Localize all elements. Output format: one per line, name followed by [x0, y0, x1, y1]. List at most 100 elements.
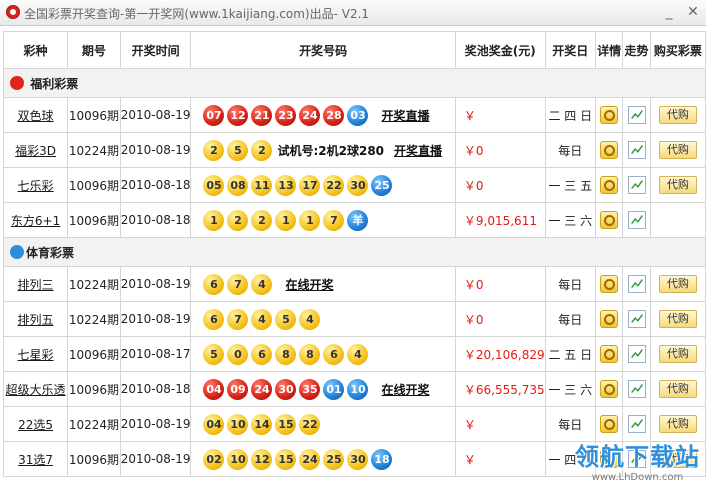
detail-magnifier-icon[interactable]: [600, 345, 619, 363]
table-row: 排列三 10224期 2010-08-19 6 7 4 在线开奖 ￥0 每日 代购: [2, 266, 706, 302]
winning-numbers-cell: 2 5 2 试机号:2机2球280 开奖直播: [190, 132, 456, 168]
lottery-ball: 17: [299, 174, 321, 196]
buy-button[interactable]: 代购: [658, 275, 697, 293]
buy-button[interactable]: 代购: [658, 141, 697, 159]
buy-button[interactable]: 代购: [658, 380, 697, 398]
trend-chart-icon[interactable]: [627, 106, 646, 124]
lottery-ball: 5: [203, 343, 225, 365]
lottery-ball: 13: [275, 174, 297, 196]
lottery-ball: 24: [299, 104, 321, 126]
game-link[interactable]: 福彩3D: [15, 144, 56, 158]
jackpot-cell: ￥0: [454, 167, 546, 203]
detail-magnifier-icon[interactable]: [600, 106, 619, 124]
trend-chart-icon[interactable]: [627, 176, 646, 194]
buy-button[interactable]: 代购: [658, 345, 697, 363]
trial-number-text: 试机号:2机2球280: [277, 143, 385, 158]
lottery-ball: 2: [251, 139, 273, 161]
buy-button[interactable]: 代购: [658, 310, 697, 328]
trend-chart-icon[interactable]: [627, 211, 646, 229]
detail-magnifier-icon[interactable]: [600, 211, 619, 229]
lottery-ball: 2: [227, 209, 249, 231]
lottery-ball: 12: [227, 104, 249, 126]
lottery-ball: 35: [299, 378, 321, 400]
minimize-button[interactable]: _: [660, 3, 678, 21]
issue-cell: 10224期: [67, 406, 121, 442]
table-header: 彩种 期号 开奖时间 开奖号码 奖池奖金(元) 开奖日 详情 走势 购买彩票: [2, 31, 706, 69]
lottery-ball: 23: [275, 104, 297, 126]
winning-numbers-cell: 04 10 14 15 22: [190, 406, 456, 442]
draw-date-cell: 2010-08-19: [119, 406, 192, 442]
col-header-game: 彩种: [2, 31, 69, 69]
jackpot-cell: ￥0: [454, 132, 546, 168]
draw-date-cell: 2010-08-19: [119, 266, 192, 302]
buy-button[interactable]: 代购: [658, 450, 697, 468]
issue-cell: 10096期: [67, 97, 121, 133]
trend-chart-icon[interactable]: [627, 415, 646, 433]
game-link[interactable]: 超级大乐透: [6, 383, 66, 397]
buy-button[interactable]: 代购: [658, 106, 697, 124]
detail-magnifier-icon[interactable]: [600, 176, 619, 194]
trend-chart-icon[interactable]: [627, 310, 646, 328]
draw-days-cell: 一 三 六: [544, 371, 597, 407]
draw-days-cell: 一 三 六: [544, 202, 597, 238]
draw-link[interactable]: 在线开奖: [381, 383, 429, 397]
game-link[interactable]: 东方6+1: [11, 214, 60, 228]
lottery-ball: 25: [371, 174, 393, 196]
lottery-ball: 28: [323, 104, 345, 126]
detail-magnifier-icon[interactable]: [600, 141, 619, 159]
detail-magnifier-icon[interactable]: [600, 415, 619, 433]
detail-magnifier-icon[interactable]: [600, 450, 619, 468]
lottery-ball: 01: [323, 378, 345, 400]
col-header-trend: 走势: [622, 31, 651, 69]
lottery-ball: 15: [275, 448, 297, 470]
jackpot-cell: ￥: [454, 97, 546, 133]
game-link[interactable]: 31选7: [18, 453, 53, 467]
app-icon: [6, 5, 20, 19]
draw-link[interactable]: 开奖直播: [394, 144, 442, 158]
trend-chart-icon[interactable]: [627, 450, 646, 468]
trend-chart-icon[interactable]: [627, 380, 646, 398]
draw-date-cell: 2010-08-19: [119, 441, 192, 477]
category-row-sports: 体育彩票: [3, 237, 706, 267]
lottery-ball: 7: [323, 209, 345, 231]
lottery-ball: 10: [227, 448, 249, 470]
buy-button[interactable]: 代购: [658, 176, 697, 194]
lottery-ball: 2: [251, 209, 273, 231]
winning-numbers-cell: 67454: [190, 301, 456, 337]
lottery-ball: 10: [347, 378, 369, 400]
buy-button[interactable]: 代购: [658, 415, 697, 433]
col-header-jackpot: 奖池奖金(元): [454, 31, 546, 69]
detail-magnifier-icon[interactable]: [600, 310, 619, 328]
close-button[interactable]: ✕: [684, 3, 702, 21]
lottery-ball: 5: [227, 139, 249, 161]
draw-date-cell: 2010-08-19: [119, 132, 192, 168]
draw-days-cell: 每日: [544, 406, 597, 442]
lottery-ball: 8: [299, 343, 321, 365]
trend-chart-icon[interactable]: [627, 345, 646, 363]
trend-chart-icon[interactable]: [627, 141, 646, 159]
table-row: 22选5 10224期 2010-08-19 04 10 14 15 22 ￥ 每日 代购: [2, 406, 706, 442]
table-row: 双色球 10096期 2010-08-19 07 12 21 23 24 28 03 开奖直播 ￥ 二 …: [2, 97, 706, 133]
lottery-ball: 14: [251, 413, 273, 435]
draw-days-cell: 二 五 日: [544, 336, 597, 372]
game-link[interactable]: 排列三: [18, 278, 54, 292]
detail-magnifier-icon[interactable]: [600, 380, 619, 398]
draw-date-cell: 2010-08-18: [119, 371, 192, 407]
welfare-lottery-icon: [10, 75, 24, 90]
game-link[interactable]: 七乐彩: [18, 179, 54, 193]
lottery-ball: 22: [323, 174, 345, 196]
game-link[interactable]: 22选5: [18, 418, 53, 432]
draw-link[interactable]: 开奖直播: [381, 109, 429, 123]
lottery-ball: 1: [203, 209, 225, 231]
draw-link[interactable]: 在线开奖: [285, 278, 333, 292]
trend-chart-icon[interactable]: [627, 275, 646, 293]
category-row-welfare: 福利彩票: [3, 68, 706, 98]
game-link[interactable]: 七星彩: [18, 348, 54, 362]
table-row: 超级大乐透 10096期 2010-08-18 04 09 24 30 35 01 10 在线开奖 ￥…: [2, 371, 706, 407]
table-row: 31选7 10096期 2010-08-19 02 10 12 15 24 25 30 18 ￥ 一 四…: [2, 441, 706, 477]
game-link[interactable]: 双色球: [18, 109, 54, 123]
issue-cell: 10096期: [67, 167, 121, 203]
lottery-table: 彩种 期号 开奖时间 开奖号码 奖池奖金(元) 开奖日 详情 走势 购买彩票 福…: [2, 31, 706, 477]
detail-magnifier-icon[interactable]: [600, 275, 619, 293]
game-link[interactable]: 排列五: [18, 313, 54, 327]
